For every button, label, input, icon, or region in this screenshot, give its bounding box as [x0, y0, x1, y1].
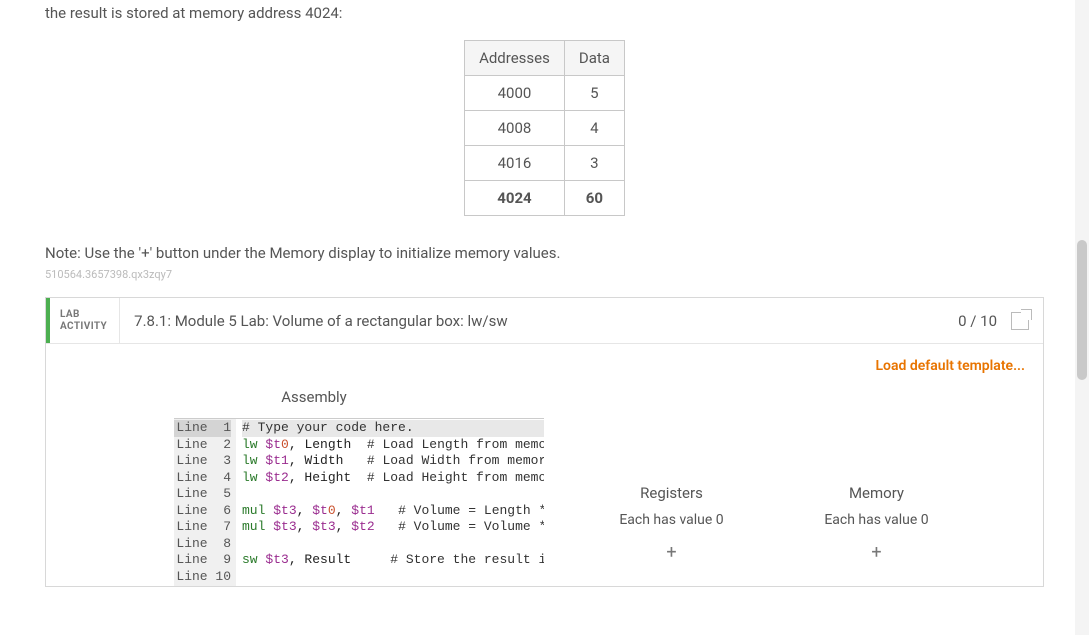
code-editor[interactable]: Line 1Line 2Line 3Line 4Line 5Line 6Line…: [174, 418, 544, 586]
code-area[interactable]: # Type your code here.lw $t0, Length # L…: [236, 419, 544, 586]
add-register-button[interactable]: +: [594, 542, 749, 563]
note-text: Note: Use the '+' button under the Memor…: [45, 244, 1044, 262]
memory-value: Each has value 0: [799, 512, 954, 528]
lab-score: 0 / 10: [948, 298, 1007, 343]
intro-text: the result is stored at memory address 4…: [45, 0, 1044, 40]
watermark-id: 510564.3657398.qx3zqy7: [45, 268, 1044, 281]
load-default-template-link[interactable]: Load default template...: [64, 358, 1025, 374]
table-row: 4024 60: [465, 181, 625, 216]
vertical-scrollbar[interactable]: [1075, 0, 1089, 635]
lab-badge: LAB ACTIVITY: [46, 298, 119, 343]
table-header-addr: Addresses: [465, 41, 565, 76]
scrollbar-thumb[interactable]: [1077, 240, 1087, 380]
table-header-data: Data: [564, 41, 624, 76]
table-row: 4008 4: [465, 111, 625, 146]
table-row: 4000 5: [465, 76, 625, 111]
registers-title: Registers: [594, 484, 749, 502]
line-gutter: Line 1Line 2Line 3Line 4Line 5Line 6Line…: [174, 419, 236, 586]
expand-icon: [1011, 312, 1029, 330]
lab-header: LAB ACTIVITY 7.8.1: Module 5 Lab: Volume…: [46, 298, 1043, 344]
add-memory-button[interactable]: +: [799, 542, 954, 563]
registers-value: Each has value 0: [594, 512, 749, 528]
memory-example-table: Addresses Data 4000 5 4008 4 4016 3 4024…: [464, 40, 625, 216]
expand-button[interactable]: [1007, 298, 1043, 343]
editor-title: Assembly: [214, 388, 414, 406]
lab-activity-card: LAB ACTIVITY 7.8.1: Module 5 Lab: Volume…: [45, 297, 1044, 587]
memory-title: Memory: [799, 484, 954, 502]
table-row: 4016 3: [465, 146, 625, 181]
lab-title: 7.8.1: Module 5 Lab: Volume of a rectang…: [119, 298, 948, 343]
